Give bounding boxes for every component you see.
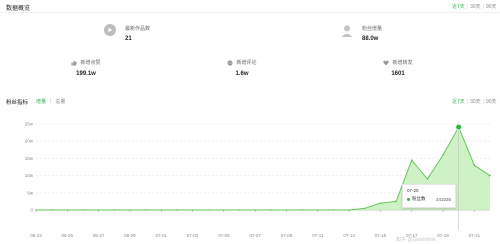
data-point [285,209,288,211]
data-point [426,178,429,180]
x-tick-label: 06-27 [93,233,105,238]
data-point [442,154,444,156]
data-point [144,209,147,211]
data-point [176,209,178,211]
data-point [82,209,84,211]
y-tick-label: 5w [27,190,34,195]
x-tick-label: 07-21 [469,233,481,238]
x-tick-label: 06-29 [124,233,136,238]
x-tick-label: 07-05 [218,233,230,238]
data-point [489,174,491,177]
data-point [66,209,69,211]
data-point [113,209,116,211]
x-tick-label: 07-01 [155,233,167,238]
watermark: 知乎 @Gravitylink [396,237,436,243]
y-tick-label: 10w [25,173,34,178]
tooltip-series-label: 粉丝数 [412,196,426,201]
data-point [395,200,397,203]
tooltip-value: 241026 [435,196,451,202]
data-point [238,209,241,211]
tooltip-date: 07-20 [407,188,419,193]
data-point [223,209,225,211]
data-point [270,209,272,211]
x-tick-label: 07-03 [187,233,199,238]
data-point [316,209,319,211]
data-point [379,202,382,204]
x-tick-label: 06-25 [62,233,74,238]
data-point [410,159,413,161]
data-point [332,209,335,211]
data-point [191,209,194,211]
tooltip-series-dot [407,197,410,201]
data-point [473,164,476,167]
data-point [363,207,366,210]
x-tick-label: 06-23 [30,233,42,238]
data-point [348,209,350,211]
data-point [207,209,210,211]
x-tick-label: 07-13 [343,233,355,238]
y-tick-label: 25w [25,122,34,127]
x-tick-label: 07-09 [281,233,293,238]
x-tick-label: 07-11 [312,233,324,238]
x-tick-label: 07-15 [375,233,387,238]
data-point [160,209,163,211]
data-point [50,209,53,211]
chart-tooltip: 07-20 粉丝数 241026 [402,184,456,208]
highlight-point [455,123,463,131]
data-point [254,209,256,211]
data-point [35,209,37,211]
y-tick-label: 0 [30,208,33,213]
x-tick-label: 07-19 [437,233,449,238]
x-tick-label: 07-07 [249,233,261,238]
data-point [97,209,100,211]
data-point [301,209,303,211]
y-tick-label: 15w [25,156,34,161]
data-point [129,209,131,211]
y-tick-label: 20w [25,139,34,144]
